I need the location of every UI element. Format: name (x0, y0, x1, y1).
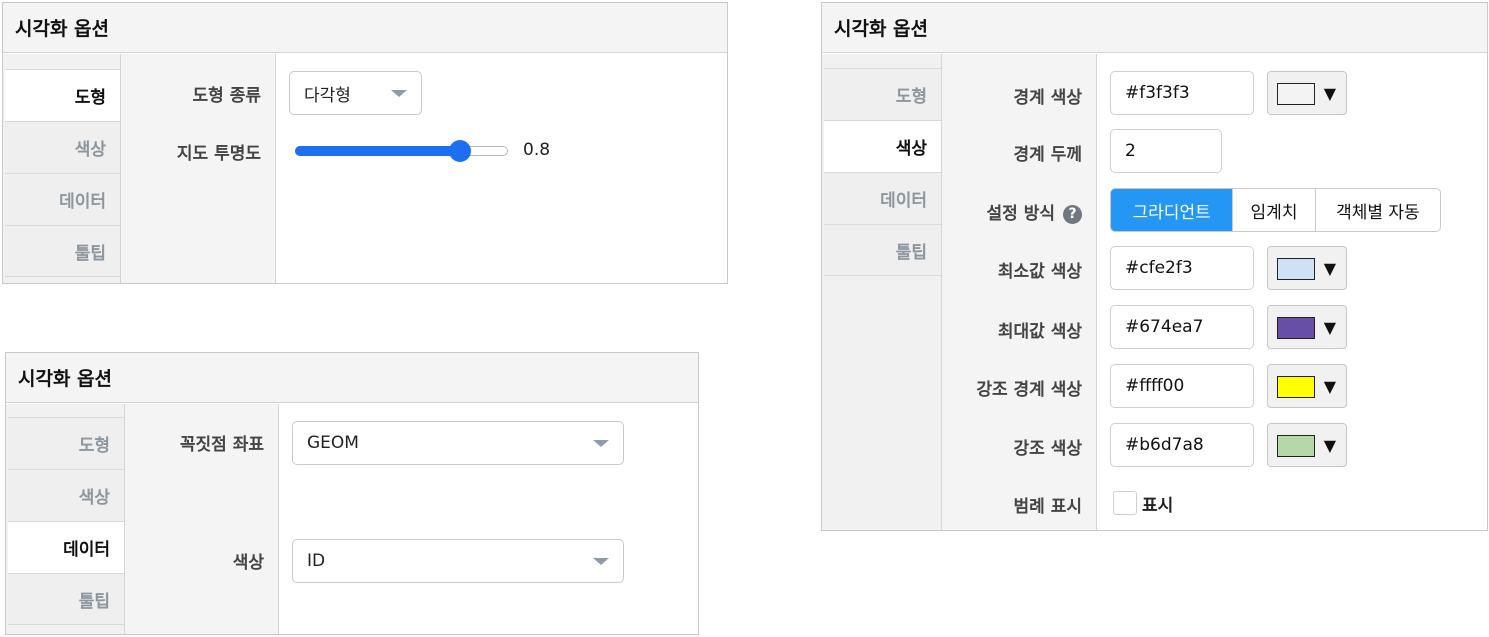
color-column-select[interactable]: ID (292, 539, 624, 583)
tab-color[interactable]: 색상 (5, 121, 120, 173)
chevron-down-icon: ▼ (1323, 377, 1336, 396)
caret-down-icon (593, 558, 609, 565)
opacity-slider-thumb[interactable] (448, 140, 471, 162)
mode-label: 설정 방식 (986, 204, 1055, 224)
highlight-color-input[interactable]: #b6d7a8 (1110, 423, 1254, 467)
visualization-options-panel-shape: 시각화 옵션 도형 색상 데이터 툴팁 도형 종류 지도 투명도 다각형 0.8 (2, 2, 728, 284)
border-color-label: 경계 색상 (1013, 88, 1082, 108)
shape-type-value: 다각형 (304, 85, 351, 106)
visualization-options-panel-color: 시각화 옵션 도형 색상 데이터 툴팁 경계 색상 경계 두께 설정 방식? 최… (821, 2, 1488, 531)
opacity-value: 0.8 (523, 140, 551, 160)
opacity-label: 지도 투명도 (176, 144, 261, 164)
legend-checkbox-label[interactable]: 표시 (1142, 491, 1173, 516)
legend-checkbox[interactable] (1113, 491, 1137, 515)
highlight-color-picker[interactable]: ▼ (1267, 423, 1347, 467)
tab-tooltip[interactable]: 툴팁 (8, 573, 124, 625)
highlight-border-color-picker[interactable]: ▼ (1267, 364, 1347, 408)
mode-threshold-button[interactable]: 임계치 (1232, 189, 1315, 231)
color-column-label: 색상 (232, 553, 264, 573)
tab-shape[interactable]: 도형 (8, 417, 124, 469)
chevron-down-icon: ▼ (1323, 436, 1336, 455)
question-circle-icon[interactable]: ? (1063, 204, 1082, 224)
tab-shape[interactable]: 도형 (5, 69, 120, 121)
vertex-coord-select[interactable]: GEOM (292, 421, 624, 465)
tab-list: 도형 색상 데이터 툴팁 (822, 54, 942, 530)
max-color-picker[interactable]: ▼ (1267, 305, 1347, 349)
tab-list: 도형 색상 데이터 툴팁 (6, 404, 125, 634)
min-color-picker[interactable]: ▼ (1267, 246, 1347, 290)
highlight-border-color-swatch (1277, 376, 1315, 398)
tab-tooltip[interactable]: 툴팁 (824, 224, 941, 276)
tab-data[interactable]: 데이터 (824, 172, 941, 224)
panel-title: 시각화 옵션 (3, 3, 727, 53)
caret-down-icon (593, 440, 609, 447)
color-column-value: ID (307, 551, 326, 571)
min-color-swatch (1277, 258, 1315, 280)
field-labels: 경계 색상 경계 두께 설정 방식? 최소값 색상 최대값 색상 강조 경계 색… (942, 54, 1097, 530)
mode-gradient-button[interactable]: 그라디언트 (1111, 189, 1233, 231)
mode-label-row: 설정 방식? (987, 199, 1082, 224)
tab-list: 도형 색상 데이터 툴팁 (3, 54, 121, 283)
tab-shape[interactable]: 도형 (824, 68, 941, 120)
chevron-down-icon: ▼ (1323, 259, 1336, 278)
legend-label: 범례 표시 (1013, 497, 1082, 517)
tab-data[interactable]: 데이터 (8, 521, 124, 573)
highlight-color-label: 강조 색상 (1013, 439, 1082, 459)
panel-title: 시각화 옵션 (822, 3, 1487, 53)
highlight-border-color-input[interactable]: #ffff00 (1110, 364, 1254, 408)
visualization-options-panel-data: 시각화 옵션 도형 색상 데이터 툴팁 꼭짓점 좌표 색상 GEOM ID (5, 352, 699, 635)
highlight-border-color-label: 강조 경계 색상 (976, 380, 1082, 400)
chevron-down-icon: ▼ (1323, 318, 1336, 337)
max-color-swatch (1277, 317, 1315, 339)
field-labels: 꼭짓점 좌표 색상 (125, 404, 279, 634)
shape-type-select[interactable]: 다각형 (289, 71, 422, 115)
min-color-input[interactable]: #cfe2f3 (1110, 246, 1254, 290)
border-width-label: 경계 두께 (1013, 145, 1082, 165)
min-color-label: 최소값 색상 (997, 262, 1082, 282)
border-color-swatch (1277, 83, 1315, 105)
tab-color[interactable]: 색상 (8, 469, 124, 521)
shape-type-label: 도형 종류 (192, 86, 261, 106)
caret-down-icon (391, 90, 407, 97)
mode-segmented-control: 그라디언트 임계치 객체별 자동 (1110, 188, 1441, 232)
max-color-input[interactable]: #674ea7 (1110, 305, 1254, 349)
border-width-input[interactable]: 2 (1110, 129, 1222, 173)
tab-tooltip[interactable]: 툴팁 (5, 225, 120, 277)
border-color-picker[interactable]: ▼ (1267, 71, 1347, 115)
opacity-slider-fill (295, 146, 459, 156)
field-labels: 도형 종류 지도 투명도 (121, 54, 276, 283)
panel-title: 시각화 옵션 (6, 353, 698, 403)
opacity-slider[interactable] (295, 140, 508, 162)
vertex-coord-value: GEOM (307, 433, 359, 453)
mode-auto-button[interactable]: 객체별 자동 (1314, 189, 1440, 231)
border-color-input[interactable]: #f3f3f3 (1110, 71, 1254, 115)
chevron-down-icon: ▼ (1323, 84, 1336, 103)
max-color-label: 최대값 색상 (997, 322, 1082, 342)
tab-color[interactable]: 색상 (824, 120, 941, 172)
highlight-color-swatch (1277, 435, 1315, 457)
vertex-coord-label: 꼭짓점 좌표 (179, 435, 264, 455)
tab-data[interactable]: 데이터 (5, 173, 120, 225)
